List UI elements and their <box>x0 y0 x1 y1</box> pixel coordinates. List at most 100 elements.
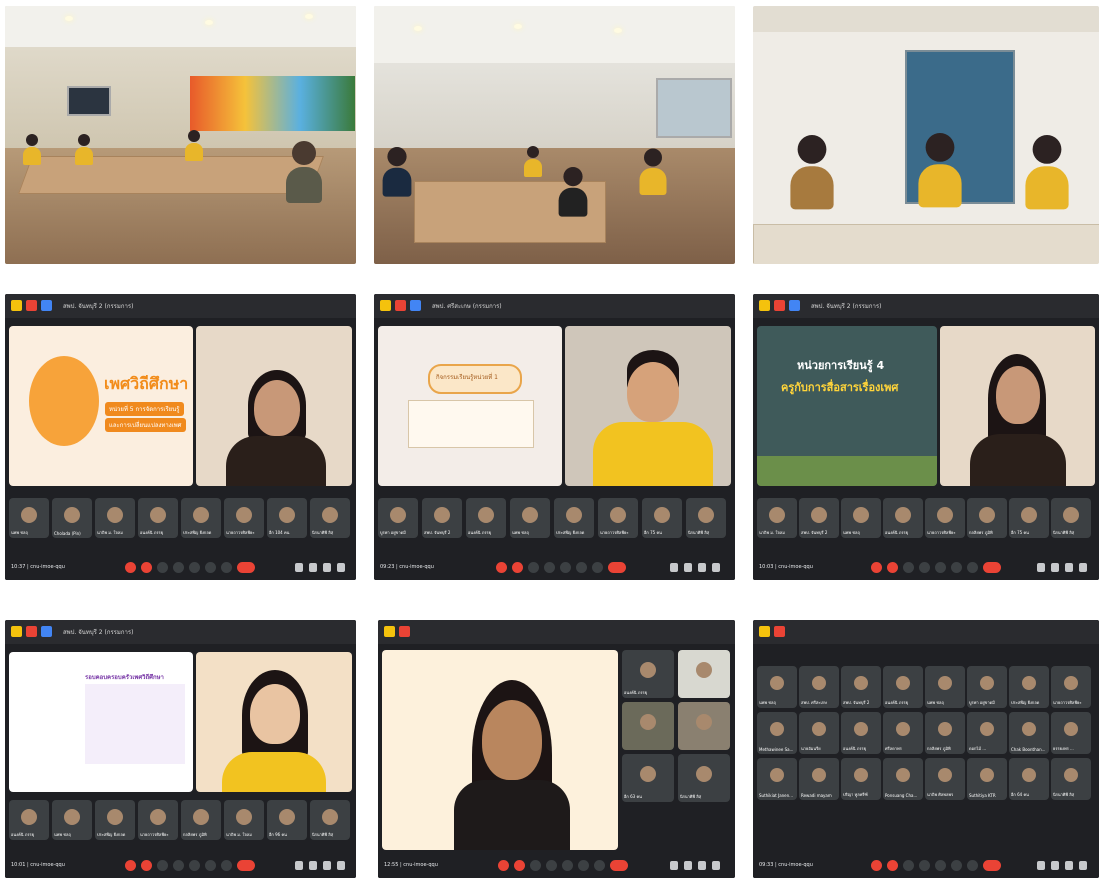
participant-tile[interactable]: นายถาวรศิลพียะ <box>138 800 178 840</box>
info-icon[interactable] <box>295 563 303 572</box>
mic-off-icon[interactable] <box>871 562 882 573</box>
camera-off-icon[interactable] <box>887 562 898 573</box>
participant-tile[interactable]: นายถาวรศิลพียะ <box>224 498 264 538</box>
participant-tile[interactable]: อีก 96 คน <box>267 800 307 840</box>
people-icon[interactable] <box>1051 563 1059 572</box>
captions-icon[interactable] <box>903 860 914 871</box>
participant-tile[interactable]: นาถิพ ศิลพลพร <box>925 758 965 800</box>
info-icon[interactable] <box>295 861 303 870</box>
participant-tile[interactable]: นายถาวรศิลพียะ <box>1051 666 1091 708</box>
chat-icon[interactable] <box>323 563 331 572</box>
chat-icon[interactable] <box>698 563 706 572</box>
activities-icon[interactable] <box>712 563 720 572</box>
present-icon[interactable] <box>560 562 571 573</box>
participant-tile[interactable]: อนงค์นิ ภรรยุ <box>622 650 674 698</box>
participant-tile[interactable]: อีก 75 คน <box>642 498 682 538</box>
info-icon[interactable] <box>670 563 678 572</box>
participant-tile[interactable]: อีก 104 คน <box>267 498 307 538</box>
mic-off-icon[interactable] <box>125 860 136 871</box>
camera-off-icon[interactable] <box>512 562 523 573</box>
hand-icon[interactable] <box>576 562 587 573</box>
participant-tile[interactable]: ยรรยงพร ... <box>1051 712 1091 754</box>
emoji-icon[interactable] <box>919 860 930 871</box>
people-icon[interactable] <box>684 563 692 572</box>
participant-tile[interactable]: อนงค์นิ ภรรยุ <box>138 498 178 538</box>
captions-icon[interactable] <box>528 562 539 573</box>
activities-icon[interactable] <box>1079 563 1087 572</box>
more-icon[interactable] <box>221 860 232 871</box>
participant-tile[interactable]: บูรพา อยู่ขาดมี <box>378 498 418 538</box>
participant-tile[interactable]: อนงค์นิ ภรรยุ <box>883 498 923 538</box>
present-icon[interactable] <box>562 860 573 871</box>
participant-tile[interactable]: นาถิพ ม. ใจลม <box>757 498 797 538</box>
more-icon[interactable] <box>967 562 978 573</box>
participant-tile[interactable]: อีก 75 คน <box>1009 498 1049 538</box>
participant-tile[interactable]: Cholada (Pin) <box>52 498 92 538</box>
participant-tile[interactable]: นพพ ชลฤ <box>841 498 881 538</box>
participant-tile[interactable]: Rewadi mayam <box>799 758 839 800</box>
participant-tile[interactable]: นิรนาศิพี ลิสฺ <box>310 800 350 840</box>
participant-tile[interactable]: ดอกไม้ ... <box>967 712 1007 754</box>
participant-tile[interactable]: นาถิพ ม. ใจลม <box>224 800 264 840</box>
info-icon[interactable] <box>1037 861 1045 870</box>
more-icon[interactable] <box>592 562 603 573</box>
present-icon[interactable] <box>935 562 946 573</box>
info-icon[interactable] <box>1037 563 1045 572</box>
captions-icon[interactable] <box>157 860 168 871</box>
people-icon[interactable] <box>309 861 317 870</box>
participant-tile[interactable] <box>678 702 730 750</box>
mic-off-icon[interactable] <box>496 562 507 573</box>
participant-tile[interactable]: สพป. จันทบุรี 2 <box>799 498 839 538</box>
captions-icon[interactable] <box>157 562 168 573</box>
emoji-icon[interactable] <box>546 860 557 871</box>
camera-off-icon[interactable] <box>141 860 152 871</box>
end-call-button[interactable] <box>983 562 1001 573</box>
captions-icon[interactable] <box>530 860 541 871</box>
participant-tile[interactable]: อีก 63 คน <box>622 754 674 802</box>
participant-tile[interactable]: ศรีลดาพร <box>883 712 923 754</box>
activities-icon[interactable] <box>337 861 345 870</box>
captions-icon[interactable] <box>903 562 914 573</box>
emoji-icon[interactable] <box>173 860 184 871</box>
participant-tile[interactable]: นิรนาศิพี ลิสฺ <box>686 498 726 538</box>
hand-icon[interactable] <box>205 562 216 573</box>
participant-tile[interactable] <box>622 702 674 750</box>
participant-tile[interactable]: อนงค์นิ ภรรยุ <box>841 712 881 754</box>
participant-tile[interactable]: สพป. ศรีสะเกษ <box>799 666 839 708</box>
end-call-button[interactable] <box>608 562 626 573</box>
hand-icon[interactable] <box>205 860 216 871</box>
activities-icon[interactable] <box>1079 861 1087 870</box>
participant-tile[interactable]: สพป. จันทบุรี 2 <box>422 498 462 538</box>
camera-off-icon[interactable] <box>141 562 152 573</box>
hand-icon[interactable] <box>951 562 962 573</box>
participant-tile[interactable]: กลลิยพร ภูมิพิ <box>925 712 965 754</box>
chat-icon[interactable] <box>1065 563 1073 572</box>
participant-tile[interactable]: ประสพีญ ยิ่งกลด <box>1009 666 1049 708</box>
participant-tile[interactable]: Suthikiat Janen... <box>757 758 797 800</box>
participant-tile[interactable]: นาถิพ ม. ใจลม <box>95 498 135 538</box>
emoji-icon[interactable] <box>544 562 555 573</box>
participant-tile[interactable]: Chak Boonthan... <box>1009 712 1049 754</box>
participant-tile[interactable]: กลลิยพร ภูมิพิ <box>181 800 221 840</box>
activities-icon[interactable] <box>712 861 720 870</box>
participant-tile[interactable]: นิรนาศิพี ลิสฺ <box>1051 498 1091 538</box>
participant-tile[interactable]: นิรนาศิพี ลิสฺ <box>310 498 350 538</box>
participant-tile[interactable]: สพป. จันทบุรี 2 <box>841 666 881 708</box>
participant-tile[interactable]: นิรนาศิพี ลิสฺ <box>1051 758 1091 800</box>
emoji-icon[interactable] <box>919 562 930 573</box>
participant-tile[interactable]: Methawinee Sa... <box>757 712 797 754</box>
emoji-icon[interactable] <box>173 562 184 573</box>
chat-icon[interactable] <box>1065 861 1073 870</box>
participant-tile[interactable]: นพพ ชลฤ <box>510 498 550 538</box>
hand-icon[interactable] <box>951 860 962 871</box>
end-call-button[interactable] <box>983 860 1001 871</box>
participant-tile[interactable]: นพพ ชลฤ <box>925 666 965 708</box>
camera-off-icon[interactable] <box>887 860 898 871</box>
participant-tile[interactable]: นพพ ชลฤ <box>52 800 92 840</box>
info-icon[interactable] <box>670 861 678 870</box>
present-icon[interactable] <box>189 860 200 871</box>
participant-tile[interactable]: นิรนาศิพี ลิสฺ <box>678 754 730 802</box>
participant-tile[interactable]: Suthitiya KTR <box>967 758 1007 800</box>
participant-tile[interactable] <box>678 650 730 698</box>
end-call-button[interactable] <box>610 860 628 871</box>
